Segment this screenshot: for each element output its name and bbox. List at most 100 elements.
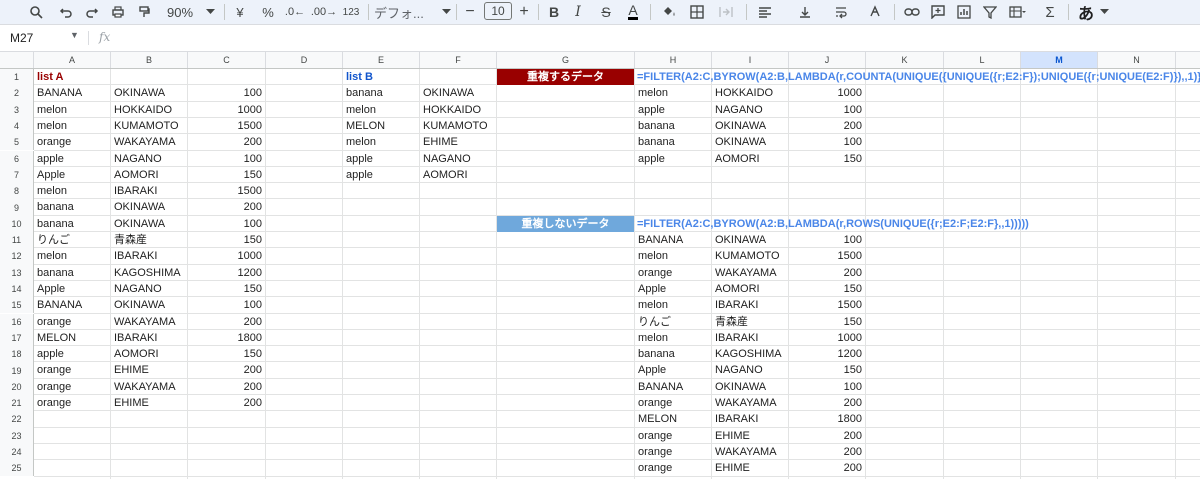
dup-value[interactable]: 150 [789,151,862,167]
list-a-fruit[interactable]: apple [37,346,64,362]
nondup-region[interactable]: WAKAYAMA [715,395,777,411]
row-header-17[interactable]: 17 [0,329,34,347]
list-a-fruit[interactable]: orange [37,362,71,378]
list-a-fruit[interactable]: apple [37,151,64,167]
nondup-value[interactable]: 1500 [789,297,862,313]
row-header-25[interactable]: 25 [0,460,34,477]
decrease-decimal-icon[interactable]: .0← [284,0,306,24]
row-header-11[interactable]: 11 [0,232,34,249]
borders-icon[interactable] [688,0,706,24]
row-header-13[interactable]: 13 [0,264,34,281]
list-a-fruit[interactable]: melon [37,183,67,199]
nondup-region[interactable]: IBARAKI [715,330,758,346]
filter-views-icon[interactable] [1006,0,1030,24]
percent-button[interactable]: % [260,0,276,24]
column-header-m[interactable]: M [1021,52,1098,68]
list-a-fruit[interactable]: orange [37,395,71,411]
nondup-value[interactable]: 1000 [789,330,862,346]
list-a-value[interactable]: 100 [188,216,262,232]
number-format-button[interactable]: 123 [340,0,362,24]
list-b-region[interactable]: EHIME [423,134,458,150]
list-b-fruit[interactable]: apple [346,151,373,167]
paint-format-icon[interactable] [134,0,154,24]
list-a-title[interactable]: list A [37,69,64,85]
nondup-value[interactable]: 200 [789,460,862,476]
row-header-16[interactable]: 16 [0,313,34,330]
list-a-value[interactable]: 200 [188,362,262,378]
list-a-value[interactable]: 200 [188,134,262,150]
nondup-fruit[interactable]: orange [638,444,672,460]
list-a-value[interactable]: 1200 [188,265,262,281]
list-a-fruit[interactable]: melon [37,118,67,134]
list-a-value[interactable]: 100 [188,297,262,313]
italic-button[interactable]: I [570,0,586,24]
list-a-region[interactable]: OKINAWA [114,297,165,313]
nondup-fruit[interactable]: Apple [638,362,666,378]
nondup-region[interactable]: AOMORI [715,281,760,297]
nondup-value[interactable]: 200 [789,265,862,281]
chevron-down-icon[interactable] [440,0,452,24]
nondup-region[interactable]: NAGANO [715,362,763,378]
functions-icon[interactable]: Σ [1040,0,1060,24]
dup-region[interactable]: OKINAWA [715,134,766,150]
list-a-fruit[interactable]: BANANA [37,297,82,313]
dup-fruit[interactable]: banana [638,118,675,134]
list-a-value[interactable]: 200 [188,314,262,330]
chevron-down-icon[interactable] [203,0,217,24]
nondup-value[interactable]: 1800 [789,411,862,427]
vertical-align-icon[interactable] [794,0,816,24]
list-a-fruit[interactable]: MELON [37,330,76,346]
nondup-region[interactable]: KUMAMOTO [715,248,780,264]
dup-fruit[interactable]: banana [638,134,675,150]
nondup-value[interactable]: 200 [789,395,862,411]
nondup-value[interactable]: 100 [789,379,862,395]
column-header-l[interactable]: L [944,52,1021,68]
list-a-region[interactable]: 青森産 [114,232,147,248]
list-a-value[interactable]: 150 [188,346,262,362]
row-header-8[interactable]: 8 [0,183,34,200]
row-header-20[interactable]: 20 [0,378,34,395]
nondup-region[interactable]: OKINAWA [715,379,766,395]
currency-button[interactable]: ¥ [232,0,248,24]
redo-icon[interactable] [82,0,102,24]
list-a-region[interactable]: NAGANO [114,151,162,167]
list-a-value[interactable]: 150 [188,232,262,248]
nondup-region[interactable]: WAKAYAMA [715,265,777,281]
list-a-fruit[interactable]: banana [37,216,74,232]
nondup-region[interactable]: IBARAKI [715,411,758,427]
list-a-value[interactable]: 200 [188,395,262,411]
row-header-15[interactable]: 15 [0,297,34,314]
comment-icon[interactable] [928,0,948,24]
column-header-j[interactable]: J [789,52,866,68]
chevron-down-icon[interactable] [1098,0,1110,24]
list-a-region[interactable]: EHIME [114,395,149,411]
spreadsheet-grid[interactable]: 1 2 3 4 5 6 7 8 9 10 11 12 13 14 15 16 17 18 19 20 21 22 23 24 2… [0,69,1200,479]
zoom-select[interactable]: 90% [160,0,200,24]
nondup-region[interactable]: OKINAWA [715,232,766,248]
list-a-region[interactable]: IBARAKI [114,248,157,264]
list-a-region[interactable]: IBARAKI [114,183,157,199]
row-header-21[interactable]: 21 [0,395,34,412]
name-box-dropdown-icon[interactable]: ▼ [70,30,79,40]
increase-font-size-button[interactable]: + [516,0,532,24]
list-b-region[interactable]: KUMAMOTO [423,118,488,134]
nondup-fruit[interactable]: melon [638,297,668,313]
list-a-value[interactable]: 1500 [188,118,262,134]
column-header-e[interactable]: E [343,52,420,68]
row-header-1[interactable]: 1 [0,69,34,86]
nondup-value[interactable]: 150 [789,281,862,297]
list-a-region[interactable]: OKINAWA [114,85,165,101]
row-header-23[interactable]: 23 [0,427,34,444]
column-header-g[interactable]: G [497,52,635,68]
list-a-value[interactable]: 100 [188,151,262,167]
list-b-region[interactable]: AOMORI [423,167,468,183]
list-b-region[interactable]: NAGANO [423,151,471,167]
list-a-fruit[interactable]: banana [37,199,74,215]
chart-icon[interactable] [954,0,974,24]
text-color-button[interactable]: A [624,0,642,24]
bold-button[interactable]: B [546,0,562,24]
list-b-fruit[interactable]: melon [346,102,376,118]
dup-fruit[interactable]: apple [638,102,665,118]
list-a-region[interactable]: KAGOSHIMA [114,265,181,281]
row-header-14[interactable]: 14 [0,280,34,298]
